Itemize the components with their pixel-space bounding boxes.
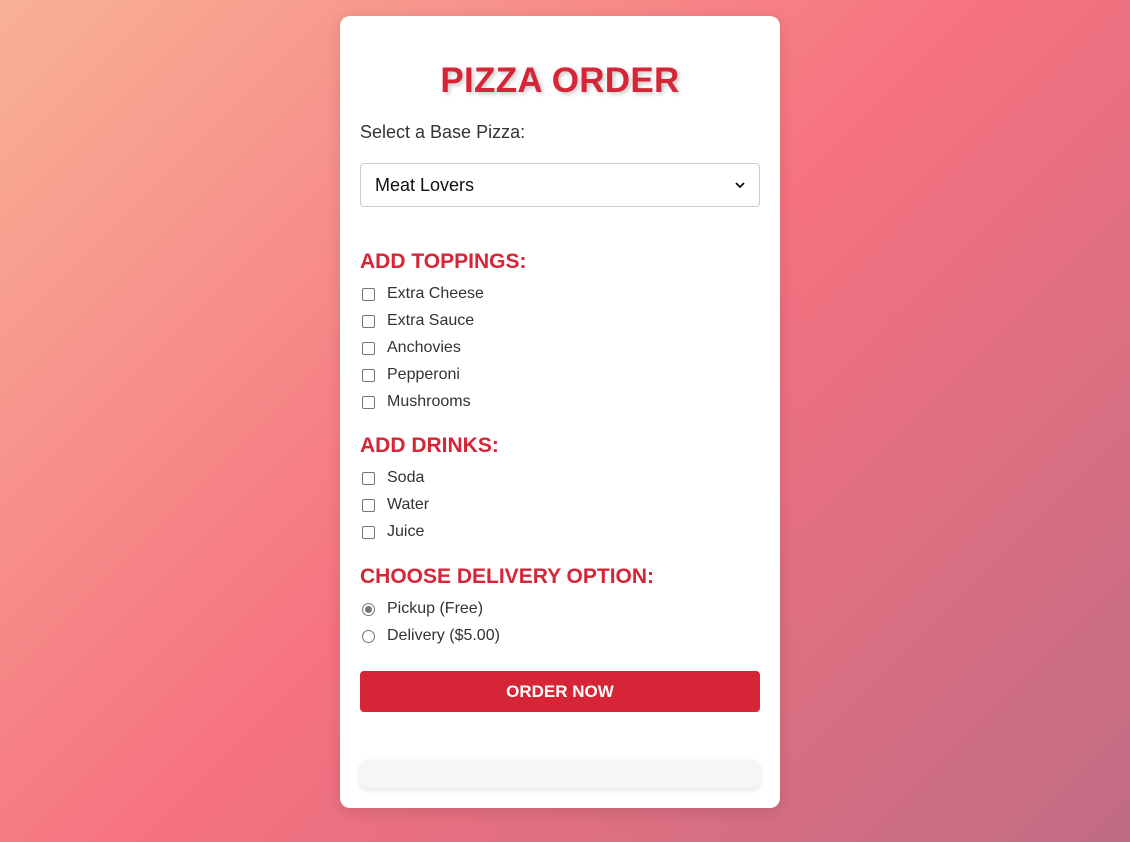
topping-label: Extra Cheese xyxy=(387,285,484,302)
delivery-label: Delivery ($5.00) xyxy=(387,627,500,644)
page-title: PIZZA ORDER xyxy=(440,61,680,100)
checkbox-icon[interactable] xyxy=(362,368,375,382)
chevron-down-icon xyxy=(735,181,745,189)
checkbox-icon[interactable] xyxy=(362,471,375,485)
base-pizza-select[interactable]: Meat Lovers xyxy=(360,163,760,207)
topping-option[interactable]: Mushrooms xyxy=(362,392,471,412)
topping-option[interactable]: Anchovies xyxy=(362,338,461,358)
checkbox-icon[interactable] xyxy=(362,498,375,512)
topping-label: Pepperoni xyxy=(387,366,460,383)
delivery-label: Pickup (Free) xyxy=(387,600,484,617)
topping-option[interactable]: Extra Cheese xyxy=(362,284,484,304)
delivery-heading: CHOOSE DELIVERY OPTION: xyxy=(360,565,655,588)
drink-option[interactable]: Juice xyxy=(362,522,424,542)
order-summary-box xyxy=(360,760,760,788)
checkbox-icon[interactable] xyxy=(362,395,375,409)
drink-option[interactable]: Water xyxy=(362,495,429,515)
order-card: PIZZA ORDER Select a Base Pizza: Meat Lo… xyxy=(340,16,780,808)
checkbox-icon[interactable] xyxy=(362,525,375,539)
delivery-option-delivery[interactable]: Delivery ($5.00) xyxy=(362,626,500,646)
radio-selected-icon[interactable] xyxy=(362,602,375,616)
drink-label: Water xyxy=(387,496,430,513)
toppings-heading: ADD TOPPINGS: xyxy=(360,250,527,273)
delivery-option-pickup[interactable]: Pickup (Free) xyxy=(362,599,483,619)
drink-label: Soda xyxy=(387,469,425,486)
checkbox-icon[interactable] xyxy=(362,287,375,301)
topping-option[interactable]: Pepperoni xyxy=(362,365,460,385)
topping-label: Anchovies xyxy=(387,339,461,356)
order-now-button[interactable]: ORDER NOW xyxy=(360,671,760,712)
base-pizza-label: Select a Base Pizza: xyxy=(360,122,526,142)
topping-label: Extra Sauce xyxy=(387,312,475,329)
drinks-heading: ADD DRINKS: xyxy=(360,434,499,457)
checkbox-icon[interactable] xyxy=(362,341,375,355)
base-pizza-selected-value: Meat Lovers xyxy=(375,174,475,195)
topping-label: Mushrooms xyxy=(387,393,471,410)
radio-icon[interactable] xyxy=(362,629,375,643)
checkbox-icon[interactable] xyxy=(362,314,375,328)
drink-label: Juice xyxy=(387,523,425,540)
topping-option[interactable]: Extra Sauce xyxy=(362,311,474,331)
drink-option[interactable]: Soda xyxy=(362,468,424,488)
